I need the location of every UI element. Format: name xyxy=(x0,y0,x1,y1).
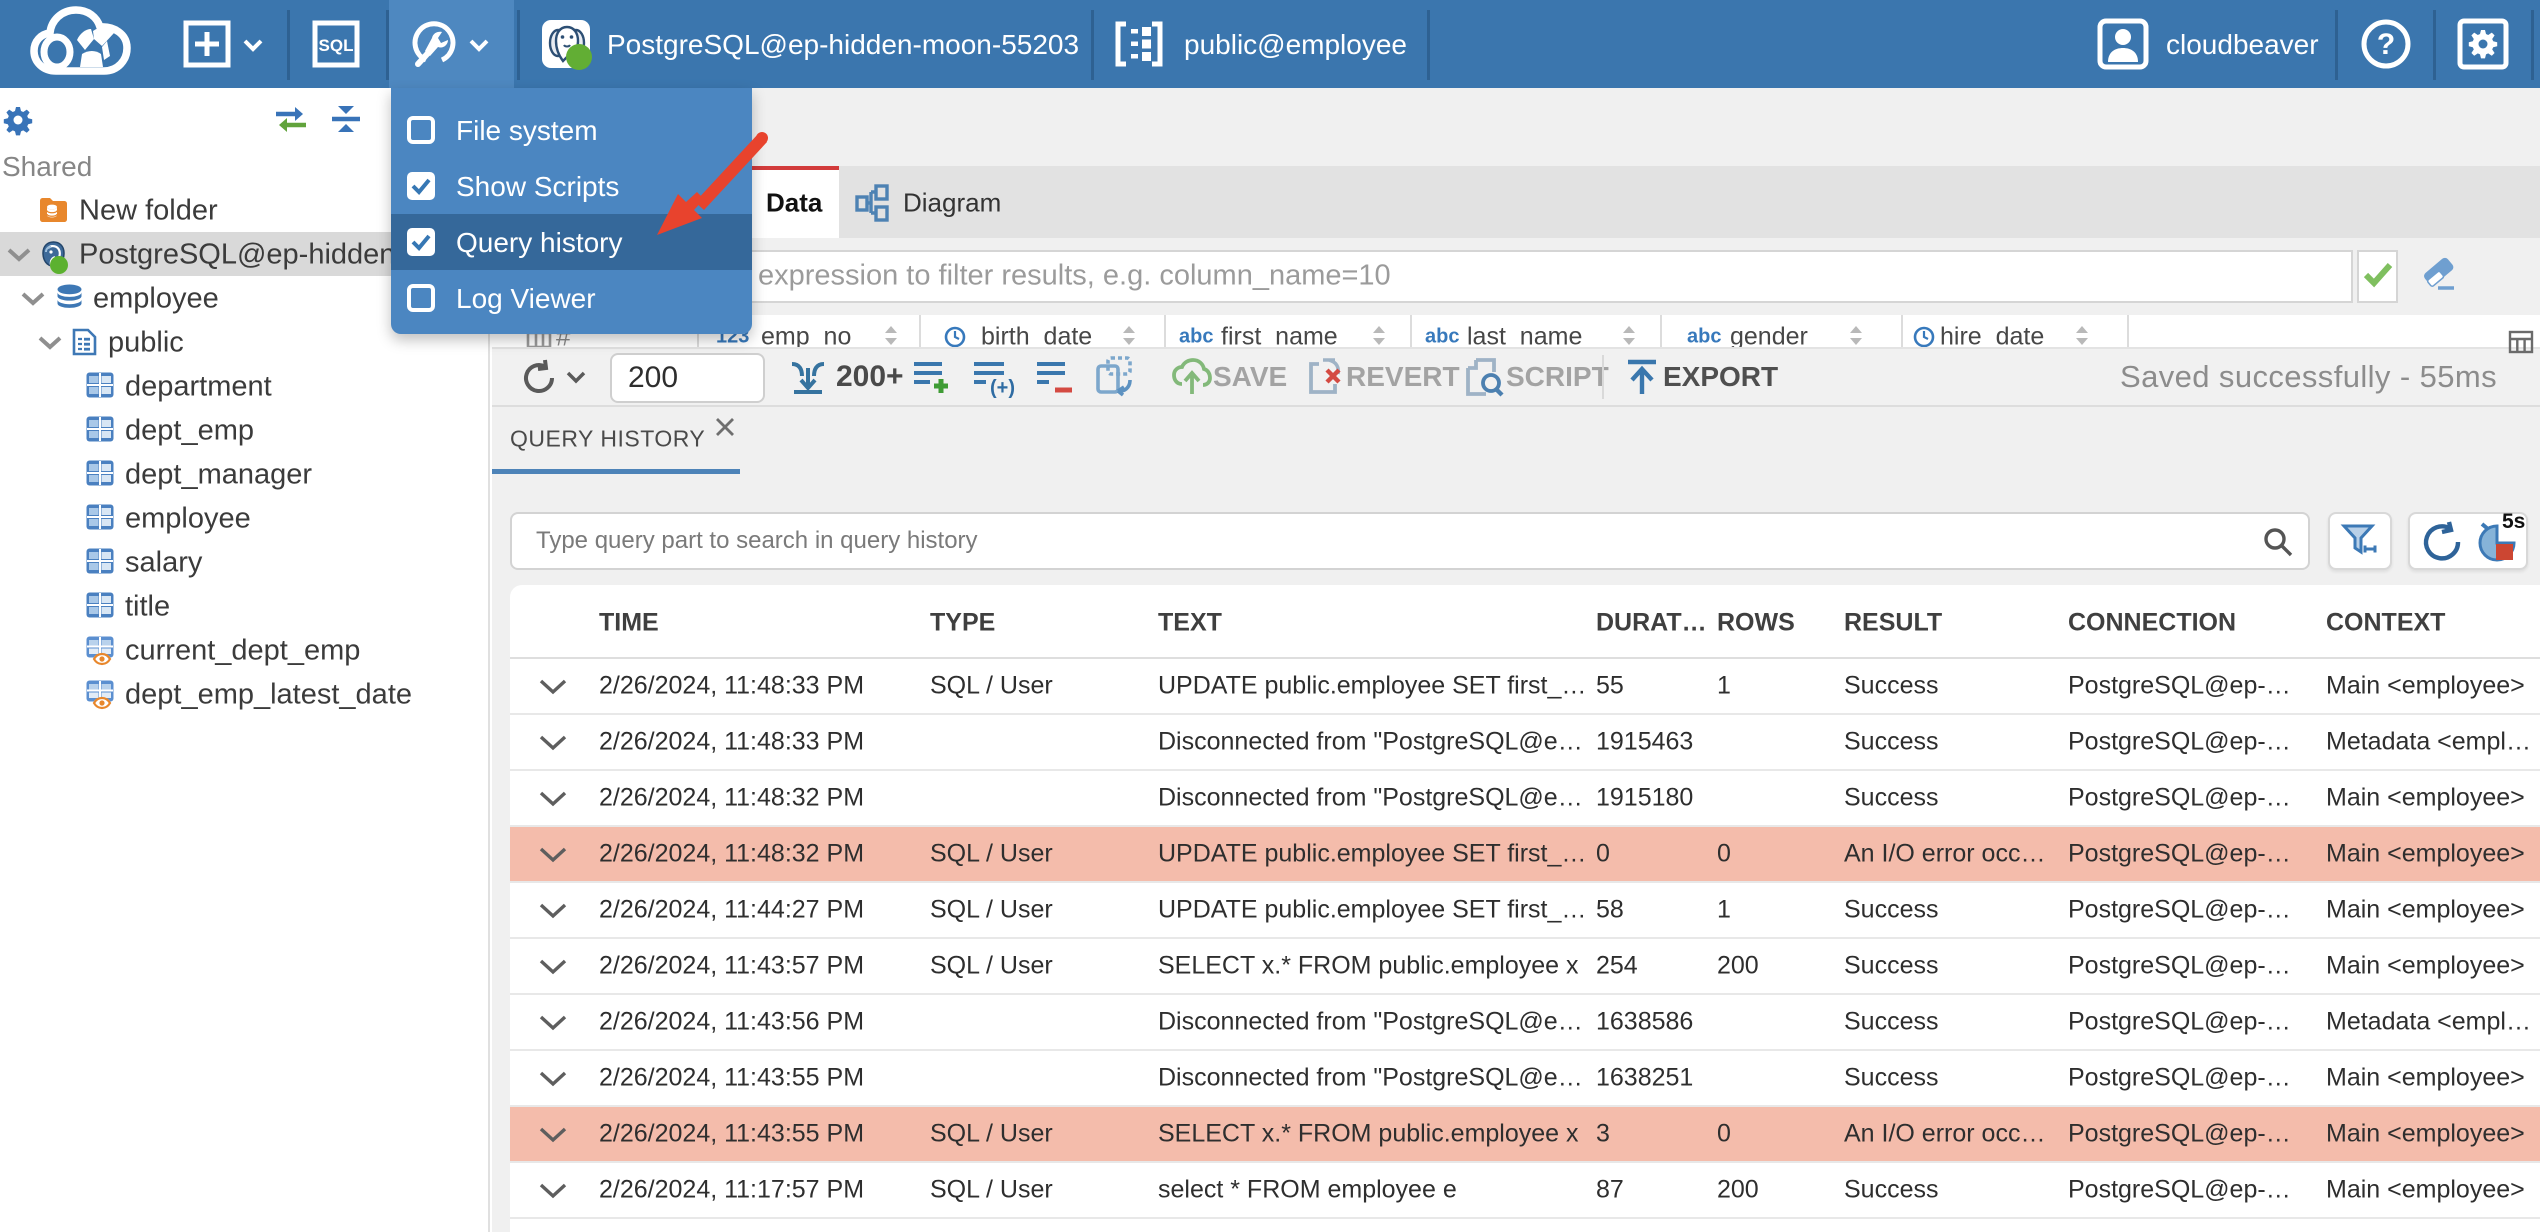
svg-text:SQL: SQL xyxy=(319,36,354,55)
svg-text:?: ? xyxy=(2377,28,2395,61)
svg-text:(+): (+) xyxy=(990,377,1015,399)
